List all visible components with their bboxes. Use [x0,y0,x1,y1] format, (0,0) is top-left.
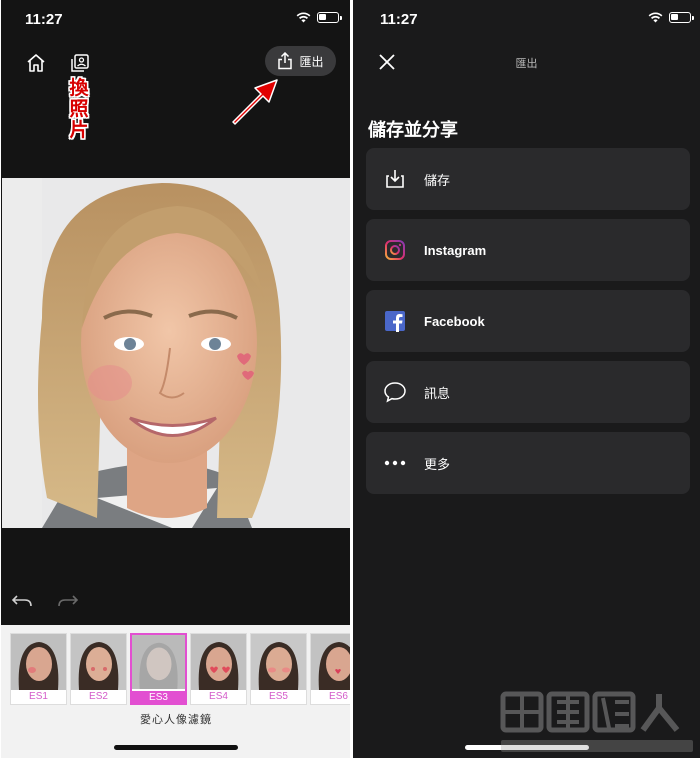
filter-es2[interactable]: ES2 [70,633,127,705]
annotation-change-photo-label: 換照片 [69,78,89,141]
filter-label: ES5 [269,691,288,702]
filter-label: ES2 [89,691,108,702]
export-screen: 11:27 匯出 儲存並分享 儲存 Instagram Facebook 訊息 … [353,0,700,758]
undo-button[interactable] [9,590,35,612]
annotation-arrow [232,79,278,125]
battery-icon [669,12,694,23]
filter-thumbnail [191,634,246,690]
share-option-save[interactable]: 儲存 [366,148,690,210]
download-icon [366,148,424,210]
share-option-label: 訊息 [424,385,451,401]
filter-es4[interactable]: ES4 [190,633,247,705]
filter-thumbnail [71,634,126,690]
filter-list: ES1 ES2 ES3 ES4 ES5 ES6 [10,633,350,705]
home-icon [27,54,45,72]
filter-es3[interactable]: ES3 [130,633,187,705]
filter-strip: ES1 ES2 ES3 ES4 ES5 ES6 愛心人像濾鏡 [1,625,350,758]
undo-icon [11,595,32,607]
section-heading: 儲存並分享 [368,120,458,140]
message-icon [366,361,424,423]
filter-label: ES4 [209,691,228,702]
filter-thumbnail [251,634,306,690]
home-indicator [114,745,238,750]
facebook-icon [366,290,424,352]
redo-button[interactable] [55,590,81,612]
filter-thumbnail [11,634,66,690]
change-photo-button[interactable] [67,50,93,76]
portrait-image [2,178,350,528]
filter-caption: 愛心人像濾鏡 [140,714,212,726]
share-option-label: 儲存 [424,172,451,188]
more-icon [366,432,424,494]
status-icons [296,12,342,23]
share-option-more[interactable]: 更多 [366,432,690,494]
filter-es1[interactable]: ES1 [10,633,67,705]
wifi-icon [296,12,311,23]
share-option-label: 更多 [424,456,451,472]
portrait-photo [2,178,350,528]
status-time: 11:27 [25,11,63,28]
page-title: 匯出 [515,58,538,70]
wifi-icon [648,12,663,23]
share-option-label: Instagram [424,242,487,258]
filter-thumbnail [311,634,350,690]
share-icon [278,52,293,70]
battery-icon [317,12,342,23]
filter-label: ES3 [132,691,185,705]
status-icons [648,12,694,23]
filter-thumbnail [132,635,187,691]
filter-label: ES6 [329,691,348,702]
export-label: 匯出 [299,54,324,69]
home-button[interactable] [23,50,49,76]
status-time: 11:27 [380,11,418,28]
filter-es5[interactable]: ES5 [250,633,307,705]
change-photo-icon [71,54,89,72]
filter-es6[interactable]: ES6 [310,633,350,705]
share-option-instagram[interactable]: Instagram [366,219,690,281]
editor-screen: 11:27 換照片 匯出 ES1 ES2 ES3 ES4 ES5 ES6 愛心人… [0,0,350,758]
share-option-message[interactable]: 訊息 [366,361,690,423]
share-option-label: Facebook [424,313,485,329]
watermark-logo [500,691,693,752]
redo-icon [58,595,79,607]
filter-label: ES1 [29,691,48,702]
instagram-icon [366,219,424,281]
share-option-facebook[interactable]: Facebook [366,290,690,352]
